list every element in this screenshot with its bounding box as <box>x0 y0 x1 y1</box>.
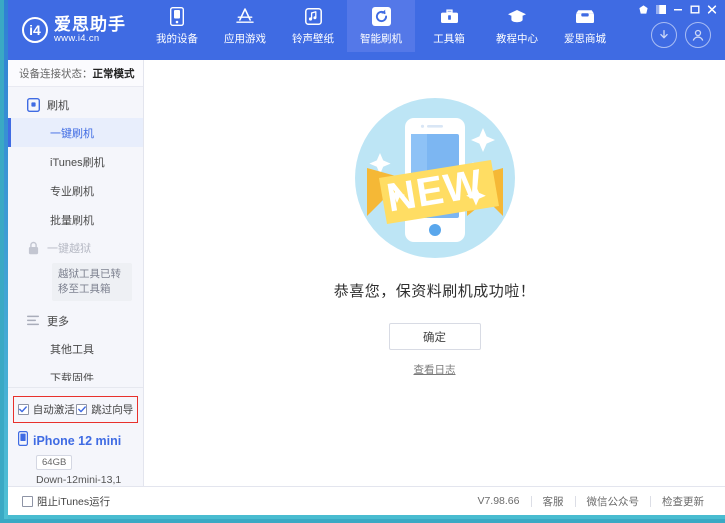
toolbox-icon <box>439 6 459 26</box>
checkbox-skip-wizard[interactable]: 跳过向导 <box>76 402 133 417</box>
nav-item-tutorial-center[interactable]: 教程中心 <box>483 0 551 52</box>
sidebar-item-one-click-flash[interactable]: 一键刷机 <box>8 118 143 147</box>
sidebar-item-label: 下载固件 <box>50 370 94 381</box>
sidebar-item-label: 其他工具 <box>50 341 94 357</box>
nav-label: 工具箱 <box>433 31 465 46</box>
refresh-icon <box>371 6 391 26</box>
nav-item-apps-games[interactable]: 应用游戏 <box>211 0 279 52</box>
sidebar-item-label: 批量刷机 <box>50 212 94 228</box>
checkbox-label: 自动激活 <box>33 402 75 417</box>
skin-icon[interactable] <box>636 3 651 16</box>
sidebar-item-label: iTunes刷机 <box>50 154 105 170</box>
nav-label: 爱思商城 <box>564 31 606 46</box>
sidebar-nav: 刷机 一键刷机 iTunes刷机 专业刷机 批量刷机 <box>8 87 143 381</box>
brand-name: 爱思助手 <box>54 16 126 34</box>
flash-device-icon <box>26 98 40 112</box>
sidebar-divider <box>8 387 143 388</box>
sidebar-group-flash[interactable]: 刷机 <box>8 91 143 118</box>
nav-label: 铃声壁纸 <box>292 31 334 46</box>
nav-item-smart-flash[interactable]: 智能刷机 <box>347 0 415 52</box>
main-nav: 我的设备 应用游戏 铃声壁纸 智能刷机 <box>143 0 619 60</box>
nav-item-my-device[interactable]: 我的设备 <box>143 0 211 52</box>
sidebar: 设备连接状态：正常模式 刷机 一键刷机 iTunes刷机 专业刷机 <box>8 60 144 486</box>
phone-small-icon <box>18 431 28 451</box>
device-capacity: 64GB <box>36 455 72 470</box>
header-account-area <box>651 22 711 48</box>
version-label: V7.98.66 <box>466 495 530 507</box>
close-icon[interactable] <box>704 3 719 16</box>
nav-label: 教程中心 <box>496 31 538 46</box>
flash-options-highlight: 自动激活 跳过向导 <box>13 396 138 423</box>
checkbox-label: 跳过向导 <box>91 402 133 417</box>
music-icon <box>303 6 323 26</box>
brand-text: 爱思助手 www.i4.cn <box>54 16 126 44</box>
jailbreak-tooltip: 越狱工具已转移至工具箱 <box>52 263 132 301</box>
nav-label: 我的设备 <box>156 31 198 46</box>
nav-item-i4-store[interactable]: 爱思商城 <box>551 0 619 52</box>
sidebar-item-download-firmware[interactable]: 下载固件 <box>8 363 143 381</box>
device-title-row: iPhone 12 mini <box>18 431 143 451</box>
nav-item-toolbox[interactable]: 工具箱 <box>415 0 483 52</box>
graduation-cap-icon <box>507 6 527 26</box>
status-bar: 阻止iTunes运行 V7.98.66 客服 微信公众号 检查更新 <box>8 486 725 515</box>
customer-service-link[interactable]: 客服 <box>532 494 575 509</box>
list-icon <box>26 314 40 328</box>
brand-logo-icon: i4 <box>22 17 48 43</box>
checkbox-box <box>18 404 29 415</box>
app-window: i4 爱思助手 www.i4.cn 我的设备 应用游戏 <box>0 0 725 523</box>
device-identifier: Down-12mini-13,1 <box>36 474 143 486</box>
menu-icon[interactable] <box>653 3 668 16</box>
device-name: iPhone 12 mini <box>33 434 121 448</box>
view-log-link[interactable]: 查看日志 <box>414 362 456 377</box>
connection-status: 设备连接状态：正常模式 <box>8 60 143 87</box>
sidebar-group-label: 更多 <box>47 313 69 329</box>
brand-logo-glyph: i4 <box>29 22 41 38</box>
nav-label: 智能刷机 <box>360 31 402 46</box>
minimize-icon[interactable] <box>670 3 685 16</box>
checkbox-label: 阻止iTunes运行 <box>37 494 110 509</box>
checkbox-box <box>22 496 33 507</box>
success-message: 恭喜您，保资料刷机成功啦！ <box>334 280 536 301</box>
sidebar-group-more[interactable]: 更多 <box>8 307 143 334</box>
status-bar-left: 阻止iTunes运行 <box>22 494 110 509</box>
connection-status-label: 设备连接状态： <box>19 66 93 81</box>
sidebar-item-other-tools[interactable]: 其他工具 <box>8 334 143 363</box>
sidebar-group-jailbreak: 一键越狱 <box>8 234 143 261</box>
wechat-official-link[interactable]: 微信公众号 <box>576 494 651 509</box>
check-update-link[interactable]: 检查更新 <box>651 494 715 509</box>
window-controls <box>636 3 719 16</box>
new-badge-illustration: NEW <box>339 82 531 274</box>
download-icon[interactable] <box>651 22 677 48</box>
sidebar-group-label: 刷机 <box>47 97 69 113</box>
confirm-button[interactable]: 确定 <box>389 323 481 350</box>
nav-label: 应用游戏 <box>224 31 266 46</box>
checkbox-auto-activate[interactable]: 自动激活 <box>18 402 75 417</box>
shop-icon <box>575 6 595 26</box>
main-content: NEW 恭喜您，保资料刷机成功啦！ 确定 查看日志 <box>144 60 725 486</box>
nav-item-ringtone-wallpaper[interactable]: 铃声壁纸 <box>279 0 347 52</box>
checkbox-box <box>76 404 87 415</box>
brand-url: www.i4.cn <box>54 34 126 44</box>
sidebar-item-pro-flash[interactable]: 专业刷机 <box>8 176 143 205</box>
connected-device[interactable]: iPhone 12 mini 64GB Down-12mini-13,1 <box>8 427 143 486</box>
status-bar-right: V7.98.66 客服 微信公众号 检查更新 <box>466 494 715 509</box>
window-inner: i4 爱思助手 www.i4.cn 我的设备 应用游戏 <box>8 0 725 515</box>
sidebar-item-label: 专业刷机 <box>50 183 94 199</box>
maximize-icon[interactable] <box>687 3 702 16</box>
sidebar-item-batch-flash[interactable]: 批量刷机 <box>8 205 143 234</box>
brand-logo[interactable]: i4 爱思助手 www.i4.cn <box>8 0 143 60</box>
lock-icon <box>26 241 40 255</box>
sidebar-item-itunes-flash[interactable]: iTunes刷机 <box>8 147 143 176</box>
sidebar-group-label: 一键越狱 <box>47 240 91 256</box>
checkbox-block-itunes[interactable]: 阻止iTunes运行 <box>22 494 110 509</box>
user-account-icon[interactable] <box>685 22 711 48</box>
title-bar: i4 爱思助手 www.i4.cn 我的设备 应用游戏 <box>8 0 725 60</box>
appstore-icon <box>235 6 255 26</box>
phone-icon <box>167 6 187 26</box>
sidebar-item-label: 一键刷机 <box>50 125 94 141</box>
content-body: 设备连接状态：正常模式 刷机 一键刷机 iTunes刷机 专业刷机 <box>8 60 725 486</box>
connection-status-value: 正常模式 <box>93 66 135 81</box>
